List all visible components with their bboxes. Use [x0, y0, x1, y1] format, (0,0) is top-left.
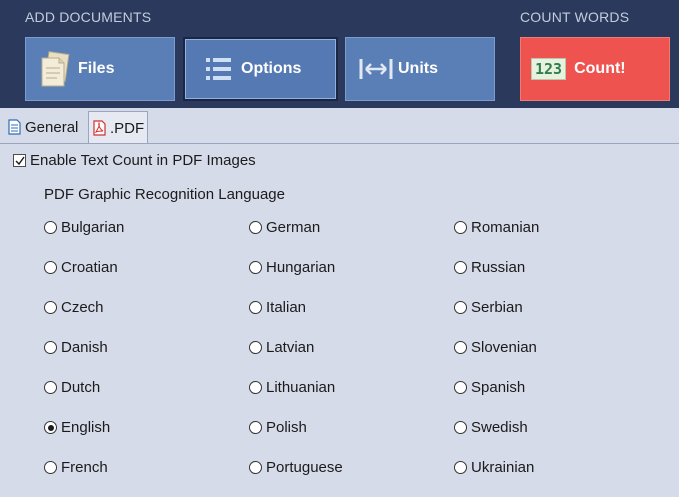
radio-hungarian[interactable]: Hungarian	[249, 259, 335, 276]
radio-danish[interactable]: Danish	[44, 339, 108, 356]
radio-button[interactable]	[44, 221, 57, 234]
radio-label: English	[61, 419, 111, 436]
radio-label: Portuguese	[266, 459, 343, 476]
radio-romanian[interactable]: Romanian	[454, 219, 539, 236]
radio-label: Danish	[61, 339, 108, 356]
radio-label: Romanian	[471, 219, 540, 236]
radio-lithuanian[interactable]: Lithuanian	[249, 379, 335, 396]
radio-label: Bulgarian	[61, 219, 125, 236]
tab-bar: General .PDF	[0, 108, 679, 144]
radio-button[interactable]	[454, 461, 467, 474]
toolbar: ADD DOCUMENTS COUNT WORDS Files Options …	[0, 0, 679, 108]
tab-general-label: General	[25, 118, 79, 136]
radio-label: Croatian	[61, 259, 118, 276]
radio-button[interactable]	[454, 381, 467, 394]
radio-german[interactable]: German	[249, 219, 320, 236]
radio-button[interactable]	[454, 341, 467, 354]
radio-button[interactable]	[454, 301, 467, 314]
options-button[interactable]: Options	[183, 37, 338, 101]
radio-label: Swedish	[471, 419, 528, 436]
radio-label: Spanish	[471, 379, 526, 396]
radio-button[interactable]	[44, 341, 57, 354]
enable-text-count-label: Enable Text Count in PDF Images	[30, 152, 256, 169]
radio-button[interactable]	[44, 261, 57, 274]
radio-french[interactable]: French	[44, 459, 108, 476]
radio-latvian[interactable]: Latvian	[249, 339, 314, 356]
radio-dutch[interactable]: Dutch	[44, 379, 100, 396]
radio-label: Serbian	[471, 299, 523, 316]
count-words-label: COUNT WORDS	[520, 9, 630, 25]
radio-bulgarian[interactable]: Bulgarian	[44, 219, 124, 236]
document-stack-icon	[32, 49, 78, 89]
tab-general[interactable]: General	[4, 111, 88, 143]
radio-button[interactable]	[454, 421, 467, 434]
counter-123-icon: 123	[531, 58, 567, 80]
radio-button[interactable]	[249, 261, 262, 274]
document-icon	[8, 119, 21, 135]
radio-button[interactable]	[249, 221, 262, 234]
radio-button[interactable]	[454, 221, 467, 234]
radio-spanish[interactable]: Spanish	[454, 379, 525, 396]
radio-label: Slovenian	[471, 339, 537, 356]
radio-label: Polish	[266, 419, 307, 436]
radio-button[interactable]	[249, 421, 262, 434]
radio-english[interactable]: English	[44, 419, 110, 436]
radio-label: German	[266, 219, 321, 236]
pdf-icon	[93, 120, 106, 136]
tab-pdf-label: .PDF	[110, 119, 145, 137]
radio-label: Latvian	[266, 339, 315, 356]
radio-czech[interactable]: Czech	[44, 299, 104, 316]
radio-ukrainian[interactable]: Ukrainian	[454, 459, 534, 476]
radio-button[interactable]	[249, 301, 262, 314]
radio-label: Ukrainian	[471, 459, 535, 476]
radio-label: Russian	[471, 259, 526, 276]
radio-russian[interactable]: Russian	[454, 259, 525, 276]
radio-label: Hungarian	[266, 259, 336, 276]
recognition-language-title: PDF Graphic Recognition Language	[44, 186, 285, 203]
radio-croatian[interactable]: Croatian	[44, 259, 118, 276]
units-button[interactable]: Units	[345, 37, 495, 101]
radio-swedish[interactable]: Swedish	[454, 419, 528, 436]
resize-arrows-icon	[354, 57, 398, 81]
radio-slovenian[interactable]: Slovenian	[454, 339, 537, 356]
radio-button[interactable]	[44, 301, 57, 314]
radio-button[interactable]	[249, 461, 262, 474]
radio-label: French	[61, 459, 108, 476]
radio-label: Dutch	[61, 379, 101, 396]
radio-label: Italian	[266, 299, 307, 316]
radio-label: Czech	[61, 299, 104, 316]
counter-icon-text: 123	[531, 58, 567, 80]
radio-italian[interactable]: Italian	[249, 299, 306, 316]
list-icon	[199, 56, 239, 82]
radio-button[interactable]	[44, 461, 57, 474]
enable-text-count-option[interactable]: Enable Text Count in PDF Images	[13, 152, 256, 169]
count-button[interactable]: 123 Count!	[520, 37, 670, 101]
radio-button[interactable]	[44, 421, 57, 434]
tab-pdf[interactable]: .PDF	[88, 111, 148, 144]
radio-button[interactable]	[249, 341, 262, 354]
add-documents-label: ADD DOCUMENTS	[25, 9, 152, 25]
radio-serbian[interactable]: Serbian	[454, 299, 523, 316]
radio-polish[interactable]: Polish	[249, 419, 307, 436]
files-button-label: Files	[78, 60, 115, 77]
options-button-label: Options	[241, 60, 302, 77]
radio-label: Lithuanian	[266, 379, 336, 396]
radio-button[interactable]	[249, 381, 262, 394]
radio-button[interactable]	[454, 261, 467, 274]
radio-portuguese[interactable]: Portuguese	[249, 459, 343, 476]
checkmark-icon	[15, 156, 25, 165]
files-button[interactable]: Files	[25, 37, 175, 101]
enable-text-count-checkbox[interactable]	[13, 154, 26, 167]
units-button-label: Units	[398, 60, 438, 77]
count-button-label: Count!	[574, 60, 626, 77]
radio-button[interactable]	[44, 381, 57, 394]
